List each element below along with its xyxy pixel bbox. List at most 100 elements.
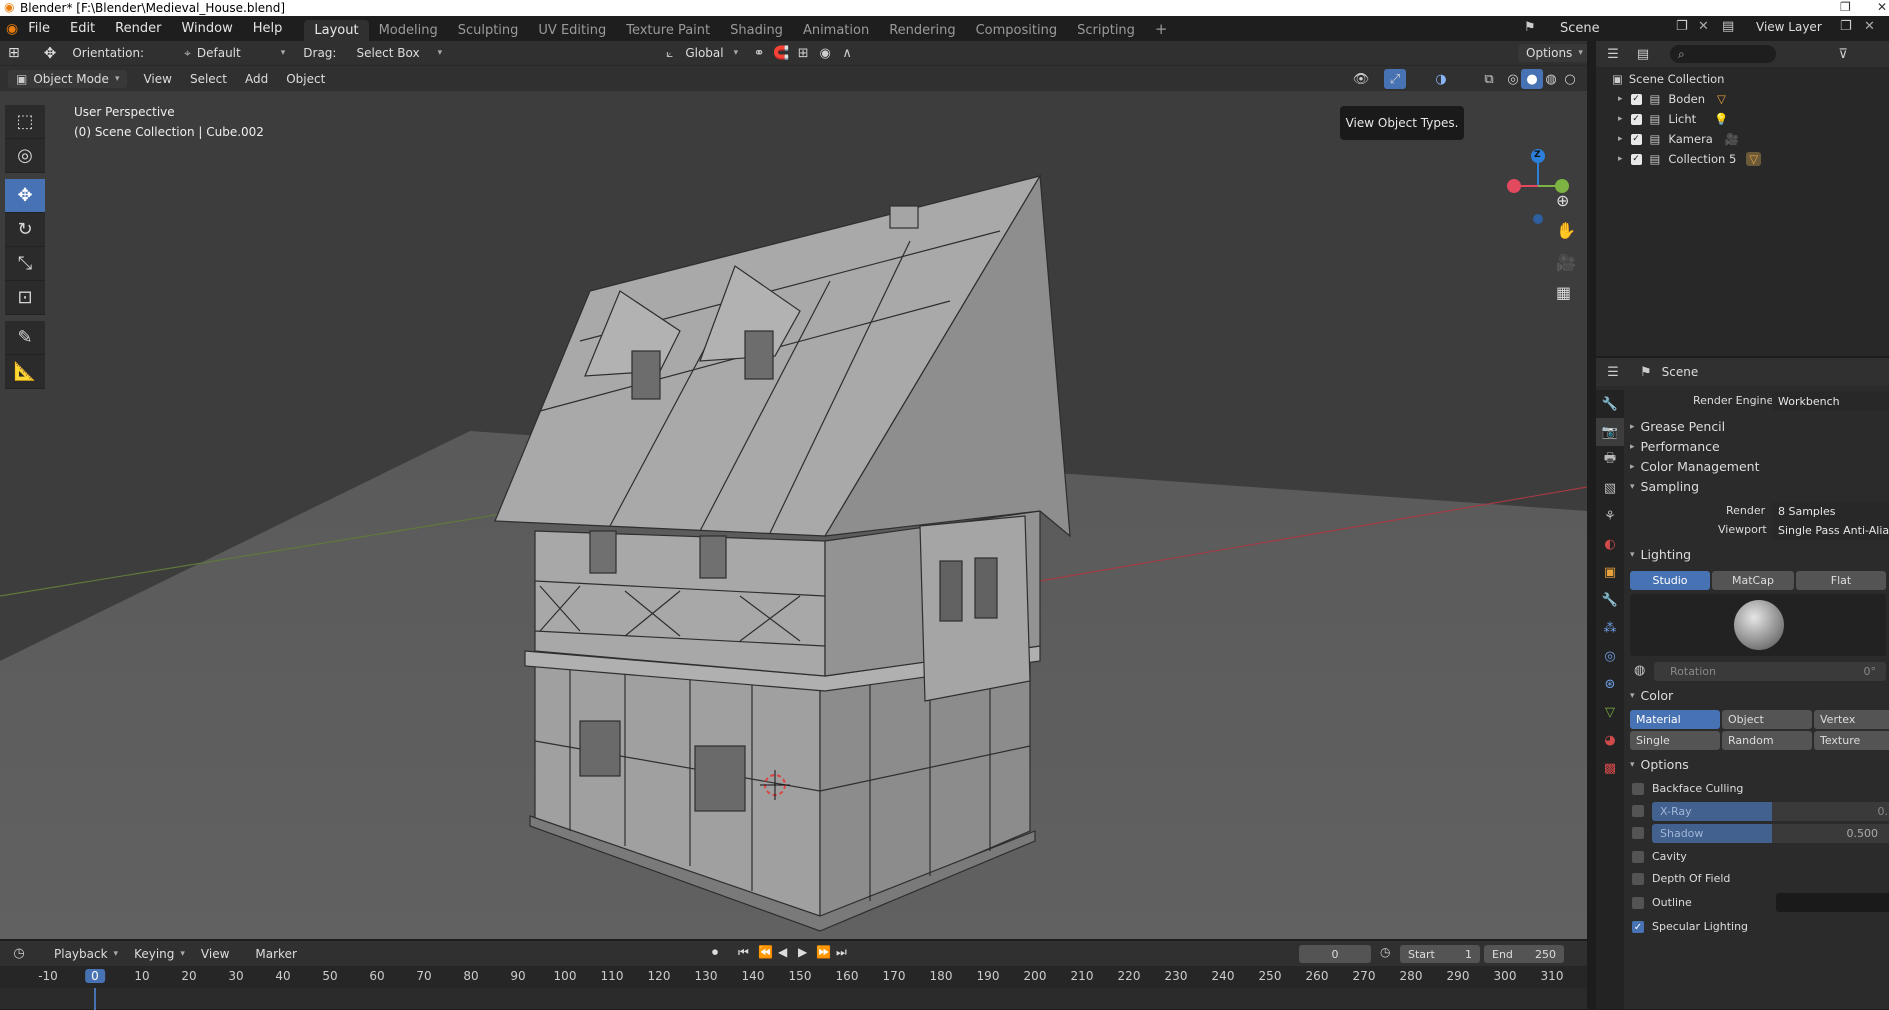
current-frame-indicator[interactable]: 0 — [85, 969, 105, 983]
color-object-button[interactable]: Object — [1722, 710, 1812, 729]
lighting-studio-button[interactable]: Studio — [1630, 571, 1710, 590]
playback-menu[interactable]: Playback — [54, 947, 108, 961]
pivot-point-icon[interactable]: ⚭ — [748, 43, 770, 63]
measure-tool-icon[interactable]: 📐 — [5, 355, 45, 389]
gizmo-toggle-icon[interactable]: ⤢ — [1384, 69, 1406, 89]
tab-texture-paint[interactable]: Texture Paint — [616, 20, 720, 41]
tab-animation[interactable]: Animation — [793, 20, 879, 41]
lighting-matcap-button[interactable]: MatCap — [1712, 571, 1794, 590]
rotate-tool-icon[interactable]: ↻ — [5, 213, 45, 247]
menu-view[interactable]: View — [143, 72, 171, 86]
tab-rendering[interactable]: Rendering — [879, 20, 965, 41]
rotation-field[interactable]: Rotation 0° — [1654, 662, 1886, 681]
menu-help[interactable]: Help — [243, 21, 293, 36]
outliner-item-boden[interactable]: ▸ ✓ ▤ Boden ▽ — [1596, 89, 1889, 109]
outline-checkbox[interactable] — [1632, 897, 1644, 909]
restore-window-icon[interactable]: ❐ — [1840, 0, 1851, 14]
view-layer-tab-icon[interactable]: ▧ — [1596, 474, 1624, 502]
shadow-slider[interactable]: Shadow 0.500 — [1652, 824, 1889, 843]
object-tab-icon[interactable]: ▣ — [1596, 558, 1624, 586]
jump-keyframe-back-icon[interactable]: ⏪ — [758, 945, 773, 959]
tab-modeling[interactable]: Modeling — [369, 20, 448, 41]
record-icon[interactable]: ⏺ — [712, 945, 718, 960]
proportional-edit-icon[interactable]: ◉ — [814, 43, 836, 63]
color-vertex-button[interactable]: Vertex — [1814, 710, 1889, 729]
zoom-icon[interactable]: ⊕ — [1556, 191, 1569, 210]
editor-type-icon[interactable]: ⊞ — [8, 45, 20, 61]
ortho-toggle-icon[interactable]: ▦ — [1556, 283, 1571, 302]
scale-tool-icon[interactable]: ⤡ — [5, 247, 45, 281]
constraints-tab-icon[interactable]: ⊛ — [1596, 670, 1624, 698]
end-frame-field[interactable]: End250 — [1484, 945, 1564, 963]
view-layer-selector[interactable]: View Layer — [1756, 20, 1822, 34]
modifier-tab-icon[interactable]: 🔧 — [1596, 586, 1624, 614]
menu-object[interactable]: Object — [286, 72, 325, 86]
timeline-editor-icon[interactable]: ◷ — [8, 944, 30, 964]
render-engine-dropdown[interactable]: Workbench — [1772, 392, 1889, 411]
outliner-editor-icon[interactable]: ☰ — [1602, 44, 1624, 64]
cursor-tool-icon[interactable]: ◎ — [5, 139, 45, 173]
expand-arrow-icon[interactable]: ▸ — [1618, 134, 1623, 144]
data-tab-icon[interactable]: ▽ — [1596, 698, 1624, 726]
panel-options[interactable]: ▾Options — [1630, 757, 1689, 772]
camera-view-icon[interactable]: 🎥 — [1556, 253, 1576, 272]
physics-tab-icon[interactable]: ◎ — [1596, 642, 1624, 670]
snap-target-icon[interactable]: ⊞ — [792, 43, 814, 63]
material-tab-icon[interactable]: ◕ — [1596, 726, 1624, 754]
object-visibility-icon[interactable]: 👁 — [1350, 69, 1372, 89]
outline-color-swatch[interactable] — [1776, 893, 1889, 912]
outliner-item-kamera[interactable]: ▸ ✓ ▤ Kamera 🎥 — [1596, 129, 1889, 149]
preview-range-icon[interactable]: ◷ — [1380, 945, 1390, 959]
output-tab-icon[interactable]: 🖶 — [1596, 446, 1624, 474]
keying-menu[interactable]: Keying — [134, 947, 174, 961]
sampling-render-dropdown[interactable]: 8 Samples — [1772, 502, 1889, 521]
timeline-ruler[interactable]: -100102030405060708090100110120130140150… — [0, 966, 1587, 988]
house-model[interactable] — [495, 176, 1070, 931]
tool-tab-icon[interactable]: 🔧 — [1596, 390, 1624, 418]
panel-color[interactable]: ▾Color — [1630, 688, 1673, 703]
viewport-scene[interactable] — [0, 41, 1587, 939]
delete-view-layer-icon[interactable]: ✕ — [1864, 19, 1875, 34]
outliner-root[interactable]: ▣ Scene Collection — [1596, 69, 1889, 89]
pan-hand-icon[interactable]: ✋ — [1556, 221, 1576, 240]
exclude-checkbox[interactable]: ✓ — [1631, 94, 1642, 105]
transform-tool-icon[interactable]: ⊡ — [5, 281, 45, 315]
panel-grease-pencil[interactable]: ▸Grease Pencil — [1630, 419, 1725, 434]
orientation-dropdown[interactable]: Default — [197, 46, 241, 60]
cavity-checkbox[interactable] — [1632, 851, 1644, 863]
navigation-gizmo[interactable] — [1500, 101, 1570, 231]
close-window-icon[interactable]: ✕ — [1877, 0, 1887, 14]
xray-checkbox[interactable] — [1632, 805, 1644, 817]
new-view-layer-icon[interactable]: ❐ — [1840, 19, 1852, 34]
expand-arrow-icon[interactable]: ▸ — [1618, 154, 1623, 164]
tab-sculpting[interactable]: Sculpting — [448, 20, 529, 41]
expand-arrow-icon[interactable]: ▸ — [1618, 114, 1623, 124]
color-texture-button[interactable]: Texture — [1814, 731, 1889, 750]
world-tab-icon[interactable]: ◐ — [1596, 530, 1624, 558]
xray-slider[interactable]: X-Ray 0.50 — [1652, 802, 1889, 821]
current-frame-field[interactable]: 0 — [1299, 945, 1371, 963]
menu-render[interactable]: Render — [105, 21, 171, 36]
jump-start-icon[interactable]: ⏮ — [738, 945, 749, 960]
tab-scripting[interactable]: Scripting — [1067, 20, 1145, 41]
expand-arrow-icon[interactable]: ▸ — [1618, 94, 1623, 104]
display-mode-icon[interactable]: ▤ — [1632, 44, 1654, 64]
particles-tab-icon[interactable]: ⁂ — [1596, 614, 1624, 642]
studio-light-preview[interactable] — [1630, 594, 1886, 656]
shadow-checkbox[interactable] — [1632, 827, 1644, 839]
jump-keyframe-forward-icon[interactable]: ⏩ — [816, 945, 831, 959]
options-dropdown[interactable]: Options — [1526, 46, 1572, 60]
outliner-search-input[interactable] — [1685, 48, 1765, 60]
world-space-lighting-icon[interactable]: ◍ — [1634, 663, 1645, 678]
mode-dropdown[interactable]: Object Mode — [33, 72, 109, 86]
filter-icon[interactable]: ⊽ — [1832, 44, 1854, 64]
panel-sampling[interactable]: ▾Sampling — [1630, 479, 1699, 494]
tab-layout[interactable]: Layout — [304, 20, 368, 41]
jump-end-icon[interactable]: ⏭ — [836, 945, 847, 960]
exclude-checkbox[interactable]: ✓ — [1631, 154, 1642, 165]
exclude-checkbox[interactable]: ✓ — [1631, 114, 1642, 125]
play-icon[interactable]: ▶ — [798, 945, 807, 959]
specular-lighting-checkbox[interactable]: ✓ — [1632, 921, 1644, 933]
outliner-item-licht[interactable]: ▸ ✓ ▤ Licht 💡 — [1596, 109, 1889, 129]
falloff-icon[interactable]: ∧ — [836, 43, 858, 63]
